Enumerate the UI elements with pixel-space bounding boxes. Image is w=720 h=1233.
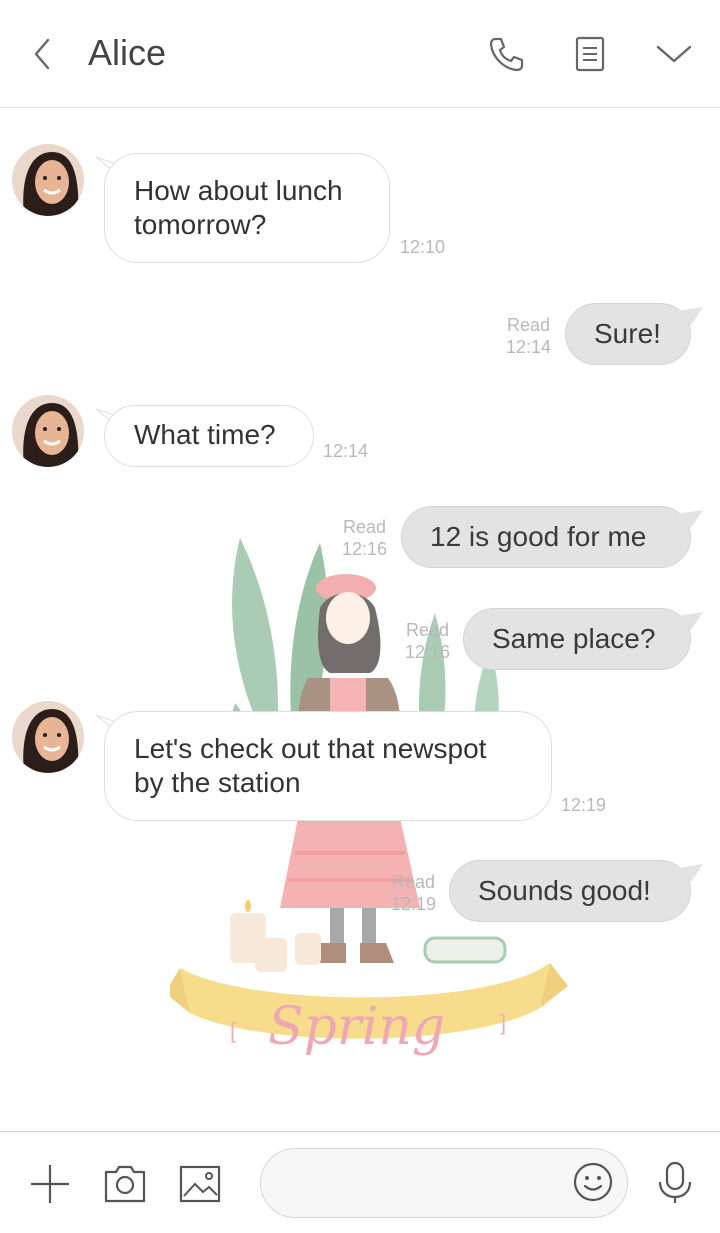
contact-name[interactable]: Alice xyxy=(88,32,166,74)
message-time: 12:14 xyxy=(323,441,369,461)
bubble-tail xyxy=(677,307,703,325)
read-receipt: Read 12:19 xyxy=(391,872,437,914)
message-time: 12:10 xyxy=(400,237,446,257)
message-bubble-incoming[interactable]: How about lunch tomorrow? xyxy=(104,153,390,263)
camera-icon[interactable] xyxy=(103,1162,147,1206)
back-arrow-icon[interactable] xyxy=(26,36,58,72)
read-receipt: Read 12:16 xyxy=(405,620,451,662)
phone-icon[interactable] xyxy=(486,34,526,74)
message-bubble-incoming[interactable]: What time? xyxy=(104,405,314,467)
avatar[interactable] xyxy=(12,701,84,773)
svg-text:]: ] xyxy=(500,1010,506,1035)
emoji-icon[interactable] xyxy=(572,1161,614,1203)
microphone-icon[interactable] xyxy=(653,1160,697,1204)
bubble-tail xyxy=(677,864,703,882)
message-list[interactable]: [ ] Spring How about lunch tomorrow? 12:… xyxy=(0,108,720,1131)
message-input[interactable] xyxy=(283,1149,567,1219)
avatar[interactable] xyxy=(12,144,84,216)
read-receipt: Read 12:16 xyxy=(342,517,388,559)
message-bubble-outgoing[interactable]: Sure! xyxy=(565,303,691,365)
bubble-tail xyxy=(677,612,703,630)
theme-label: Spring xyxy=(268,997,445,1057)
message-bubble-incoming[interactable]: Let's check out that newspot by the stat… xyxy=(104,711,552,821)
bubble-tail xyxy=(677,510,703,528)
image-icon[interactable] xyxy=(178,1162,222,1206)
message-bubble-outgoing[interactable]: Sounds good! xyxy=(449,860,691,922)
plus-icon[interactable] xyxy=(28,1162,72,1206)
chat-header: Alice xyxy=(0,0,720,108)
message-bubble-outgoing[interactable]: 12 is good for me xyxy=(401,506,691,568)
message-bubble-outgoing[interactable]: Same place? xyxy=(463,608,691,670)
chevron-down-icon[interactable] xyxy=(654,34,694,74)
read-receipt: Read 12:14 xyxy=(506,315,552,357)
message-time: 12:19 xyxy=(561,795,607,815)
notes-icon[interactable] xyxy=(570,34,610,74)
svg-text:[: [ xyxy=(230,1018,236,1043)
avatar[interactable] xyxy=(12,395,84,467)
